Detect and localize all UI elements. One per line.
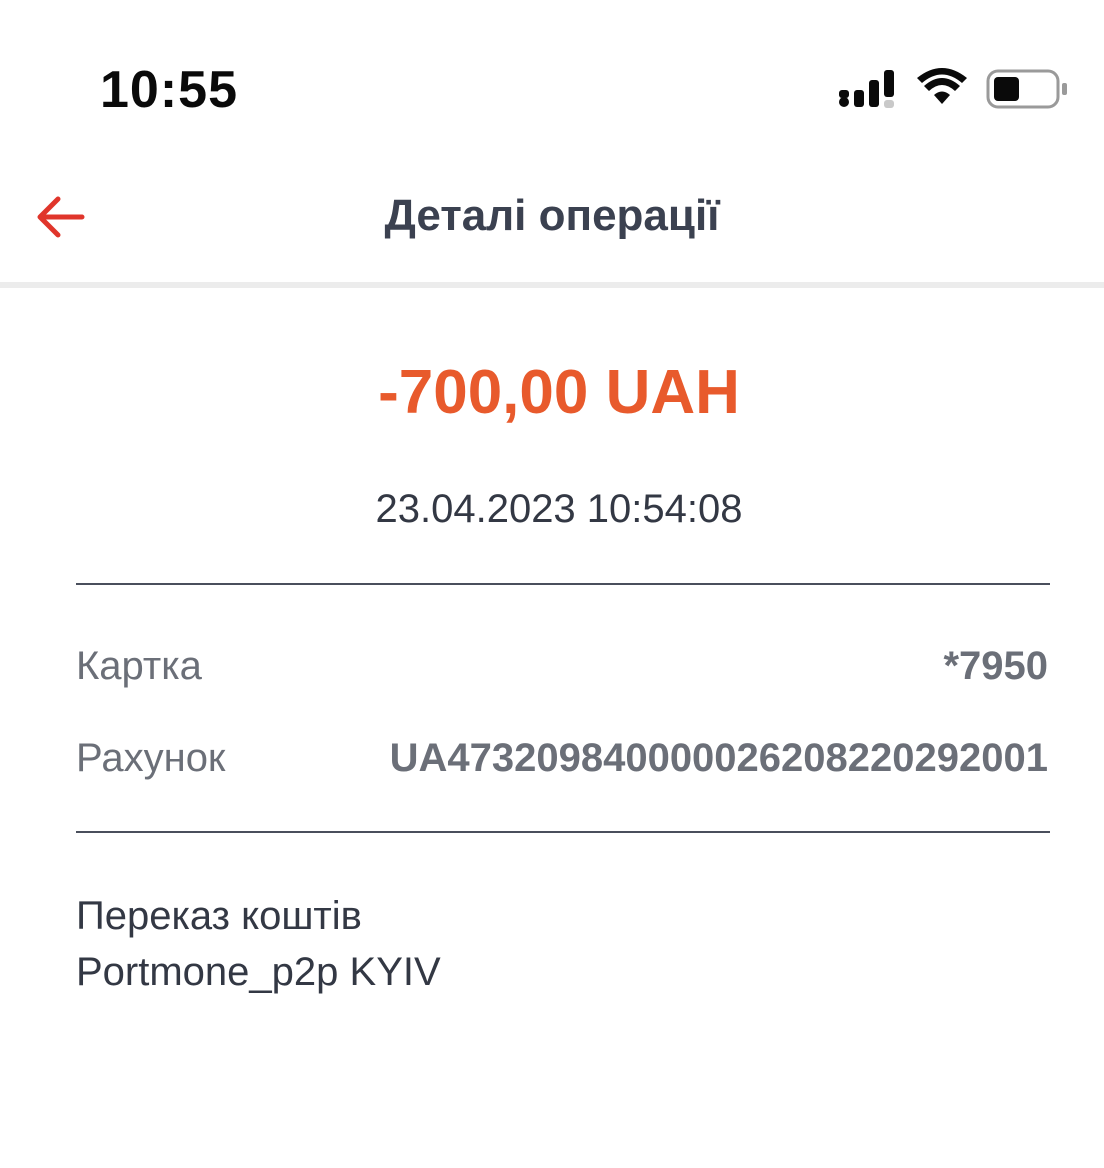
- divider: [76, 583, 1050, 585]
- card-label: Картка: [76, 644, 202, 688]
- transaction-amount: -700,00 UAH: [378, 358, 740, 427]
- cellular-signal-icon: [839, 70, 894, 108]
- status-time: 10:55: [100, 61, 238, 119]
- account-label: Рахунок: [76, 736, 226, 780]
- transaction-description: Переказ коштів Portmone_p2p KYIV: [76, 888, 1048, 1000]
- wifi-icon: [917, 68, 967, 104]
- description-line: Переказ коштів: [76, 894, 362, 938]
- transaction-datetime: 23.04.2023 10:54:08: [375, 487, 743, 531]
- description-line: Portmone_p2p KYIV: [76, 950, 441, 994]
- divider: [76, 831, 1050, 833]
- app-header: Деталі операції: [0, 150, 1104, 282]
- page-title: Деталі операції: [384, 191, 720, 240]
- battery-icon: [986, 69, 1067, 109]
- transaction-details-screen: 10:55 Деталі операції -700,00 UAH 23.04.…: [0, 0, 1104, 1168]
- detail-row-account: Рахунок UA473209840000026208220292001: [76, 730, 1048, 786]
- account-value: UA473209840000026208220292001: [389, 736, 1048, 780]
- status-bar: 10:55: [0, 0, 1104, 150]
- detail-row-card: Картка *7950: [76, 638, 1048, 694]
- header-divider: [0, 282, 1104, 288]
- card-value: *7950: [943, 644, 1048, 688]
